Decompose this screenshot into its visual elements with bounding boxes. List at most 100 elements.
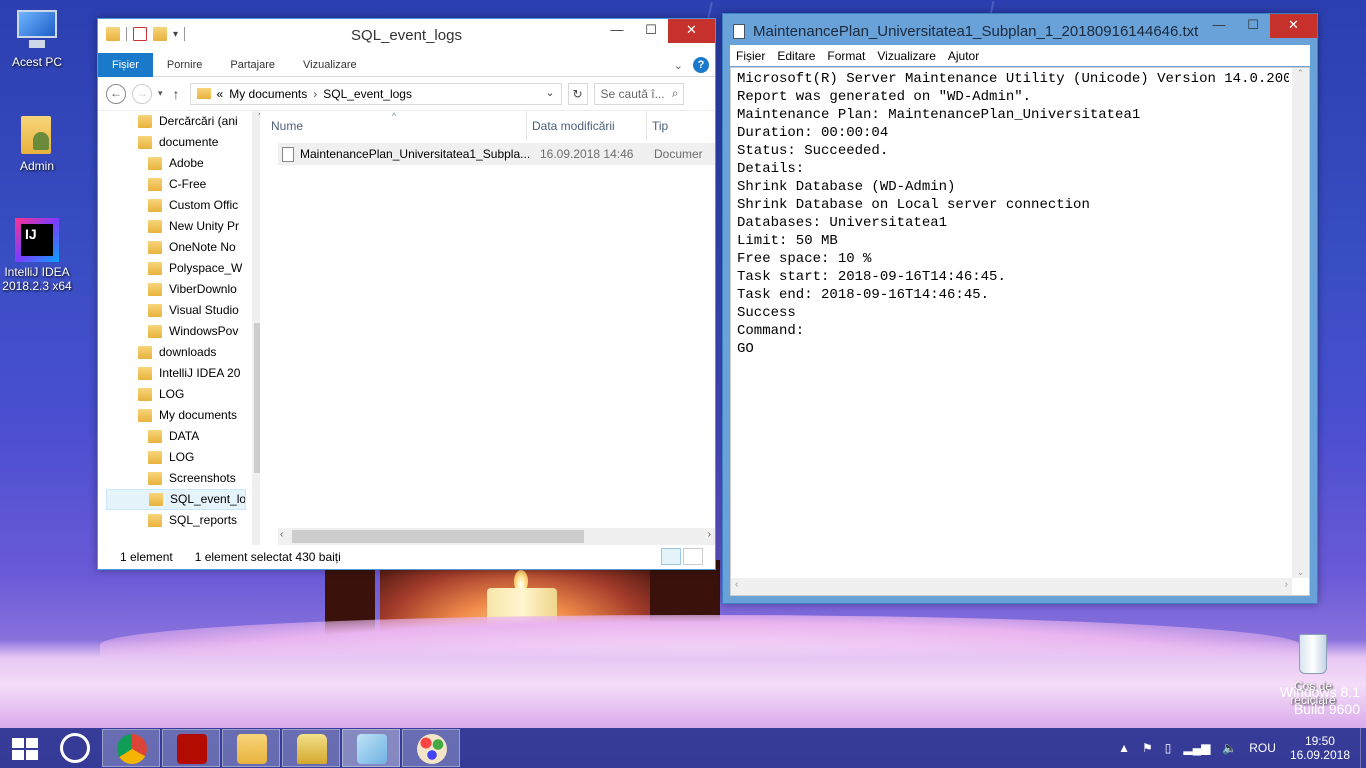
file-explorer-icon: [237, 734, 267, 764]
intellij-desktop-icon[interactable]: IJ IntelliJ IDEA 2018.2.3 x64: [0, 218, 74, 293]
folder-icon: [138, 367, 152, 380]
nav-item[interactable]: Visual Studio: [106, 300, 246, 321]
menu-edit[interactable]: Editare: [771, 49, 821, 63]
taskbar-acrobat[interactable]: [162, 729, 220, 767]
document-content[interactable]: Microsoft(R) Server Maintenance Utility …: [737, 70, 1289, 358]
explorer-titlebar[interactable]: ▾ SQL_event_logs — ☐ ✕: [98, 19, 715, 53]
help-icon[interactable]: ?: [693, 57, 709, 73]
scroll-left-icon[interactable]: ‹: [280, 529, 283, 540]
breadcrumb-sql-event-logs[interactable]: SQL_event_logs: [323, 87, 412, 101]
search-icon: ⌕: [671, 85, 679, 100]
nav-item[interactable]: Polyspace_W: [106, 258, 246, 279]
user-folder-icon: [15, 112, 59, 156]
nav-item[interactable]: LOG: [106, 447, 246, 468]
taskbar-chrome[interactable]: [102, 729, 160, 767]
minimize-button[interactable]: —: [600, 19, 634, 43]
taskbar-file-explorer[interactable]: [222, 729, 280, 767]
clock[interactable]: 19:50 16.09.2018: [1290, 734, 1350, 762]
menu-view[interactable]: Vizualizare: [871, 49, 941, 63]
volume-icon[interactable]: 🔈: [1222, 741, 1237, 755]
scroll-down-icon[interactable]: ⌄: [1292, 567, 1309, 578]
nav-scrollbar[interactable]: ⌃: [252, 111, 260, 545]
nav-item[interactable]: SQL_event_lo: [106, 489, 246, 510]
tab-view[interactable]: Vizualizare: [289, 53, 371, 77]
taskbar-sql-tool[interactable]: [282, 729, 340, 767]
navigation-bar: ← → ▾ ↑ « My documents › SQL_event_logs …: [98, 77, 715, 111]
this-pc-desktop-icon[interactable]: Acest PC: [0, 8, 74, 69]
network-signal-icon[interactable]: ▂▄▆: [1183, 741, 1210, 755]
show-desktop-button[interactable]: [1360, 728, 1366, 768]
menu-file[interactable]: Fișier: [730, 49, 771, 63]
nav-item[interactable]: IntelliJ IDEA 20: [106, 363, 246, 384]
start-button[interactable]: [0, 728, 48, 768]
file-explorer-window: ▾ SQL_event_logs — ☐ ✕ Fișier Pornire Pa…: [97, 18, 716, 570]
scroll-right-icon[interactable]: ›: [708, 529, 711, 540]
notepad-text-area[interactable]: Microsoft(R) Server Maintenance Utility …: [730, 67, 1310, 596]
nav-scroll-thumb[interactable]: [254, 323, 260, 473]
up-button[interactable]: ↑: [173, 86, 180, 102]
back-button[interactable]: ←: [106, 83, 126, 104]
nav-item[interactable]: WindowsPov: [106, 321, 246, 342]
admin-user-folder-icon[interactable]: Admin: [0, 112, 74, 173]
column-type[interactable]: Tip: [652, 119, 668, 133]
ribbon-tabs: Fișier Pornire Partajare Vizualizare ⌄ ?: [98, 52, 715, 77]
file-row[interactable]: MaintenancePlan_Universitatea1_Subpla...…: [278, 143, 715, 165]
nav-item[interactable]: OneNote No: [106, 237, 246, 258]
maximize-button[interactable]: ☐: [634, 19, 668, 43]
nav-item[interactable]: LOG: [106, 384, 246, 405]
nav-item[interactable]: Adobe: [106, 153, 246, 174]
details-view-icon[interactable]: [661, 548, 681, 565]
maximize-button[interactable]: ☐: [1236, 14, 1270, 38]
horizontal-scrollbar[interactable]: ‹ ›: [278, 528, 715, 545]
folder-icon: [148, 325, 162, 338]
tab-home[interactable]: Pornire: [153, 53, 216, 77]
forward-button[interactable]: →: [132, 83, 152, 104]
horizontal-scrollbar[interactable]: ‹ ›: [731, 578, 1292, 595]
column-name[interactable]: Nume: [271, 119, 303, 133]
taskbar-viber[interactable]: [50, 729, 100, 767]
windows-build-watermark: Windows 8.1 Build 9600: [1279, 684, 1360, 717]
show-hidden-icons-icon[interactable]: ▲: [1118, 741, 1130, 755]
column-date-modified[interactable]: Data modificării: [532, 119, 615, 133]
nav-item[interactable]: Screenshots: [106, 468, 246, 489]
scroll-left-icon[interactable]: ‹: [735, 579, 738, 590]
scroll-right-icon[interactable]: ›: [1285, 579, 1288, 590]
close-button[interactable]: ✕: [668, 19, 715, 43]
battery-icon[interactable]: ▯: [1165, 741, 1172, 755]
nav-item[interactable]: My documents: [106, 405, 246, 426]
taskbar-notepad[interactable]: [342, 729, 400, 767]
nav-item[interactable]: Custom Offic: [106, 195, 246, 216]
horizontal-scroll-thumb[interactable]: [292, 530, 584, 543]
tab-share[interactable]: Partajare: [216, 53, 289, 77]
tab-file[interactable]: Fișier: [98, 52, 153, 77]
nav-item[interactable]: SQL_reports: [106, 510, 246, 531]
taskbar-paint[interactable]: [402, 729, 460, 767]
address-dropdown-icon[interactable]: ⌄: [545, 86, 554, 99]
scroll-up-icon[interactable]: ⌃: [1292, 68, 1309, 79]
search-input[interactable]: Se caută î... ⌕: [593, 82, 684, 105]
nav-item[interactable]: New Unity Pr: [106, 216, 246, 237]
close-button[interactable]: ✕: [1270, 14, 1317, 38]
language-indicator[interactable]: ROU: [1249, 741, 1276, 755]
menu-help[interactable]: Ajutor: [942, 49, 985, 63]
expand-ribbon-icon[interactable]: ⌄: [674, 59, 683, 72]
notepad-titlebar[interactable]: MaintenancePlan_Universitatea1_Subplan_1…: [723, 14, 1317, 45]
recent-locations-icon[interactable]: ▾: [158, 88, 163, 99]
nav-item[interactable]: ViberDownlo: [106, 279, 246, 300]
nav-item[interactable]: documente: [106, 132, 246, 153]
nav-item[interactable]: C-Free: [106, 174, 246, 195]
menu-format[interactable]: Format: [821, 49, 871, 63]
address-bar[interactable]: « My documents › SQL_event_logs ⌄: [189, 82, 562, 105]
minimize-button[interactable]: —: [1202, 14, 1236, 38]
vertical-scrollbar[interactable]: ⌃ ⌄: [1292, 68, 1309, 578]
breadcrumb-my-documents[interactable]: My documents: [229, 87, 307, 101]
nav-item[interactable]: downloads: [106, 342, 246, 363]
status-bar: 1 element 1 element selectat 430 baiți: [98, 545, 715, 569]
folder-icon: [148, 220, 162, 233]
refresh-button[interactable]: ↻: [567, 82, 588, 105]
notepad-icon: [733, 24, 745, 39]
action-center-flag-icon[interactable]: ⚑: [1142, 741, 1153, 755]
nav-item[interactable]: Dercărcări (ani: [106, 111, 246, 132]
nav-item[interactable]: DATA: [106, 426, 246, 447]
large-icons-view-icon[interactable]: [683, 548, 703, 565]
